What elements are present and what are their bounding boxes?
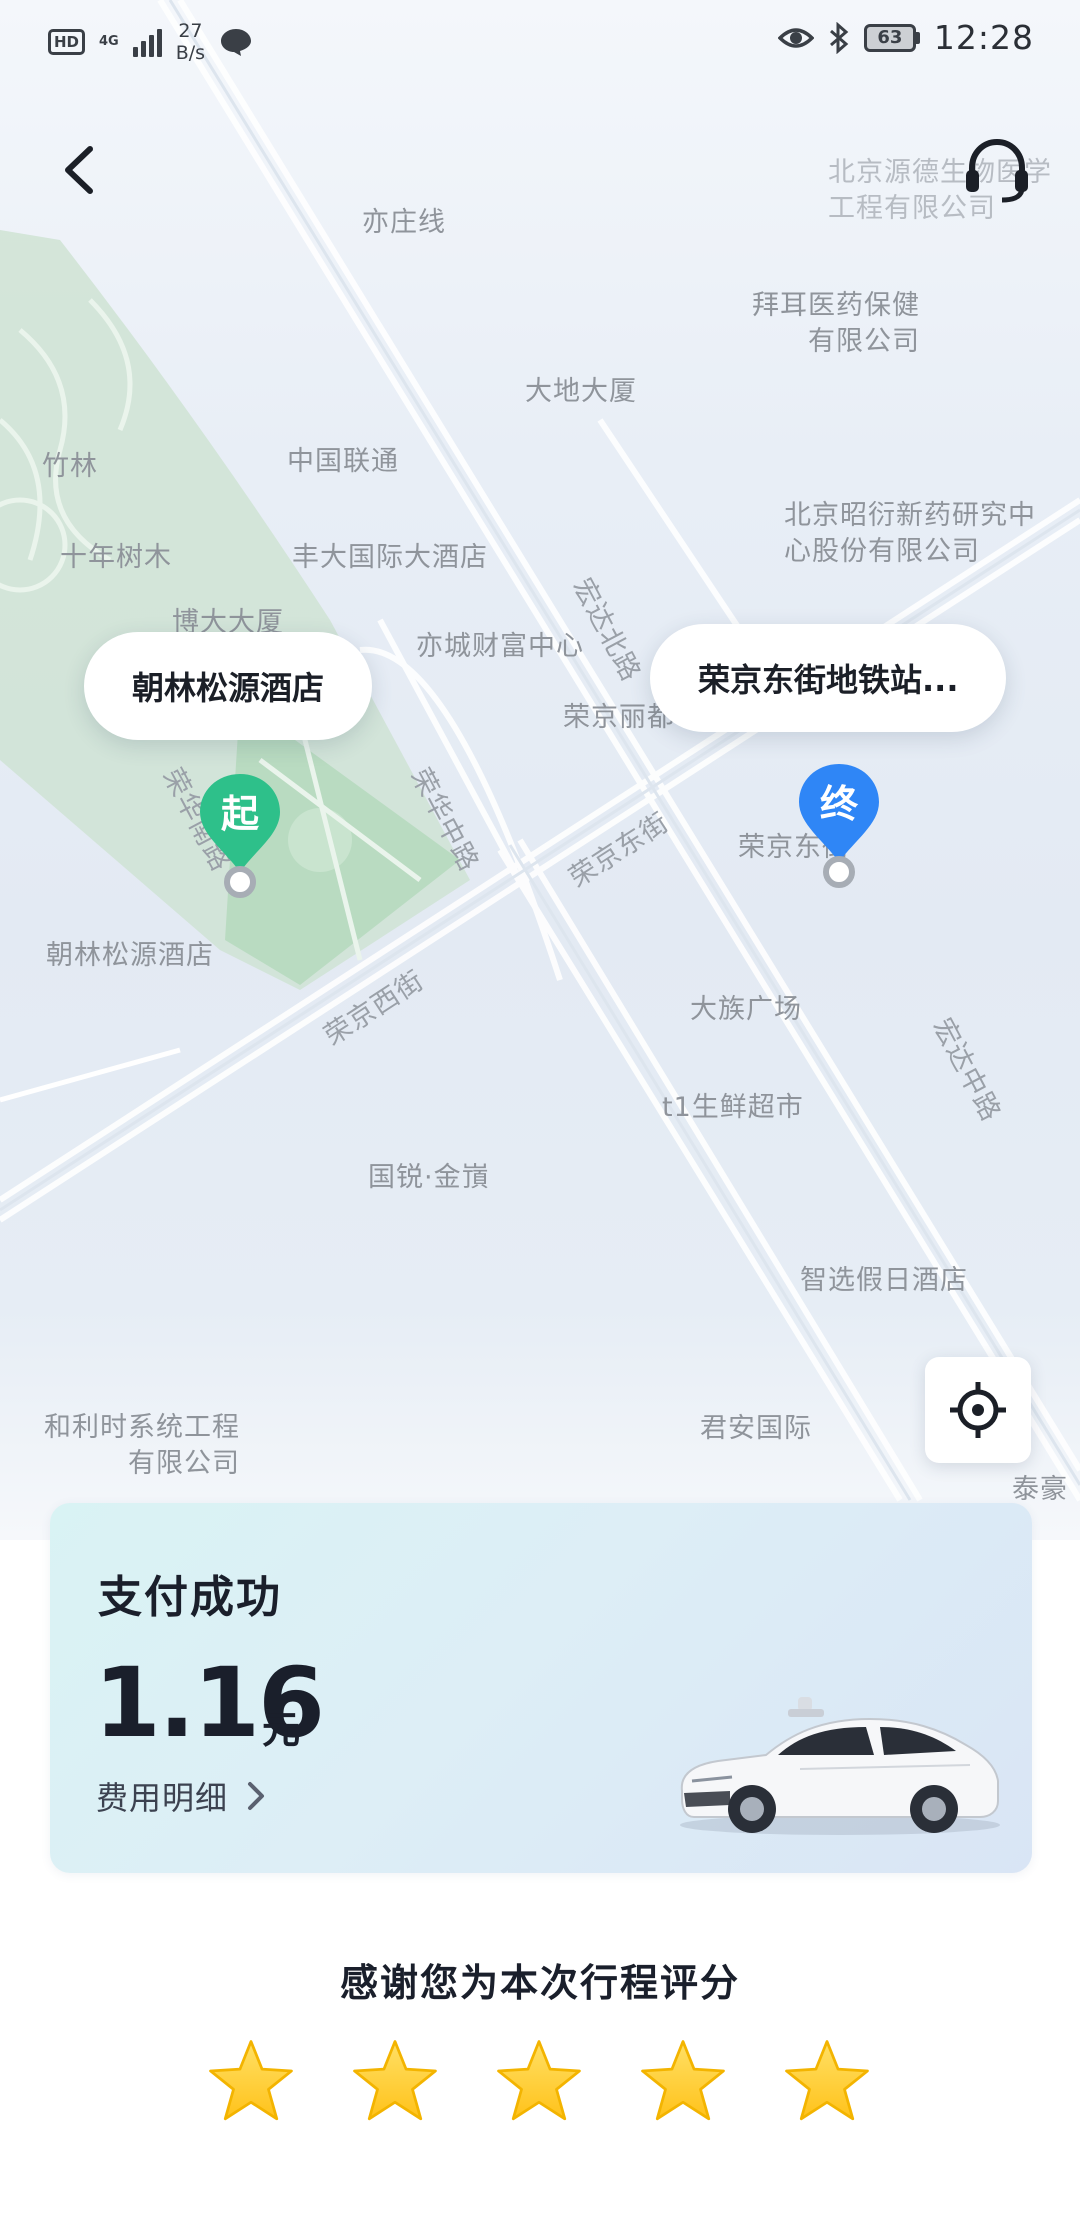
end-pin-glyph: 终: [820, 782, 859, 826]
map-label: 丰大国际大酒店: [292, 542, 488, 573]
network-type: 4G: [99, 34, 119, 49]
map-label: 大地大厦: [525, 376, 637, 407]
end-pin-icon[interactable]: 终: [797, 762, 881, 892]
payment-status-title: 支付成功: [98, 1572, 282, 1623]
fee-detail-label: 费用明细: [96, 1779, 229, 1817]
map-label: 和利时系统工程有限公司: [44, 1412, 240, 1480]
clock: 12:28: [933, 18, 1034, 57]
map-label: 国锐·金嵿: [368, 1162, 490, 1193]
map-roads: [0, 0, 1080, 1502]
map-label: 大族广场: [690, 994, 802, 1025]
status-bar: HD 4G 27 B/s 63 12:28: [0, 0, 1080, 84]
map-label: 竹林: [42, 451, 98, 482]
back-button[interactable]: [48, 140, 108, 200]
chevron-right-icon: [248, 1782, 265, 1810]
eye-icon: [777, 27, 814, 48]
rating-title: 感谢您为本次行程评分: [339, 1961, 740, 2005]
map-label: 亦城财富中心: [416, 631, 584, 662]
battery-level: 63: [863, 23, 916, 52]
map-label: 泰豪: [1012, 1474, 1068, 1505]
map-label: 智选假日酒店: [800, 1265, 968, 1296]
star-icon[interactable]: [781, 2036, 873, 2128]
map-label: 拜耳医药保健有限公司: [752, 290, 920, 358]
network-speed: 27 B/s: [176, 20, 205, 64]
map-label: t1生鲜超市: [662, 1092, 804, 1123]
star-icon[interactable]: [637, 2036, 729, 2128]
battery-indicator: 63: [863, 23, 920, 52]
start-pin-glyph: 起: [221, 792, 260, 836]
customer-service-button[interactable]: [962, 136, 1032, 206]
star-icon[interactable]: [349, 2036, 441, 2128]
payment-card: 支付成功 1.16 元 费用明细: [50, 1503, 1032, 1873]
app-root: 亦庄线 北京源德生物医学工程有限公司 拜耳医药保健有限公司 大地大厦 中国联通 …: [0, 0, 1080, 2240]
network-speed-value: 27: [178, 20, 203, 42]
headset-icon: [966, 138, 1028, 203]
rating-stars[interactable]: [205, 2036, 873, 2128]
map-label: 北京源德生物医学工程有限公司: [828, 157, 1052, 225]
locate-button[interactable]: [925, 1357, 1031, 1463]
start-location-bubble[interactable]: 朝林松源酒店: [84, 632, 373, 740]
star-icon[interactable]: [205, 2036, 297, 2128]
map-label: 亦庄线: [362, 207, 446, 238]
message-icon: [221, 29, 252, 56]
map-view[interactable]: 亦庄线 北京源德生物医学工程有限公司 拜耳医药保健有限公司 大地大厦 中国联通 …: [0, 0, 1080, 1540]
start-pin-icon[interactable]: 起: [198, 772, 282, 902]
payment-currency-unit: 元: [262, 1708, 301, 1752]
end-location-bubble[interactable]: 荣京东街地铁站...: [650, 624, 1007, 732]
star-icon[interactable]: [493, 2036, 585, 2128]
map-label: 中国联通: [287, 446, 399, 477]
locate-crosshair-icon: [950, 1382, 1006, 1438]
back-arrow-icon: [65, 146, 93, 194]
network-speed-unit: B/s: [175, 42, 206, 64]
hd-badge: HD: [48, 29, 86, 55]
map-label: 十年树木: [60, 542, 172, 573]
map-label: 君安国际: [700, 1413, 812, 1444]
fee-detail-link[interactable]: 费用明细: [96, 1773, 266, 1819]
map-label: 北京昭衍新药研究中心股份有限公司: [784, 500, 1036, 568]
map-label: 朝林松源酒店: [46, 940, 214, 971]
signal-icon: [132, 27, 162, 57]
robotaxi-car-image: [680, 1697, 1000, 1835]
bluetooth-icon: [829, 21, 849, 54]
